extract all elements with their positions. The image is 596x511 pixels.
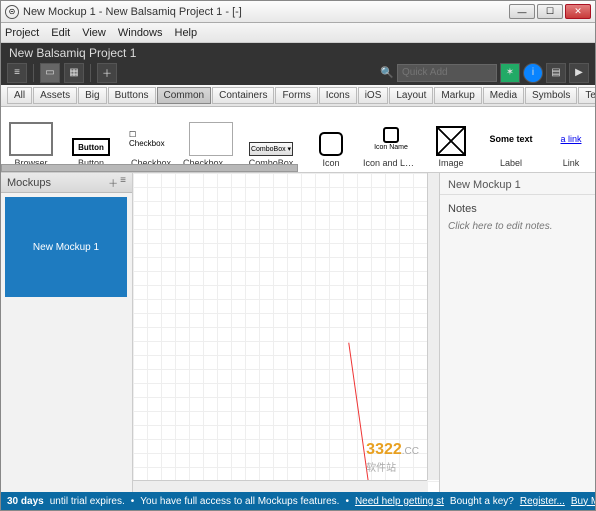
mockups-panel: Mockups ＋ ≡ New Mockup 1 xyxy=(1,173,133,492)
selected-mockup-title: New Mockup 1 xyxy=(440,173,595,195)
gallery-thumb xyxy=(319,132,343,156)
fullscreen-icon[interactable]: ▶ xyxy=(569,63,589,83)
gallery-label: Image xyxy=(423,158,479,168)
gallery-item-label[interactable]: Some text Label xyxy=(481,107,541,172)
menu-windows[interactable]: Windows xyxy=(118,27,163,39)
app-icon: ⊝ xyxy=(5,5,19,19)
category-text[interactable]: Text xyxy=(578,87,595,104)
mockup-thumbnail[interactable]: New Mockup 1 xyxy=(5,197,127,297)
gallery-thumb xyxy=(189,122,233,156)
mockup-thumbnail-label: New Mockup 1 xyxy=(33,242,99,253)
gallery-item-icon-and-label[interactable]: Icon Name Icon and Label xyxy=(361,107,421,172)
category-containers[interactable]: Containers xyxy=(212,87,274,104)
toggle-markup-icon[interactable]: ✶ xyxy=(500,63,520,83)
category-common[interactable]: Common xyxy=(157,87,212,104)
gallery-thumb: ☐ Checkbox xyxy=(129,122,173,156)
gallery-item-image[interactable]: Image xyxy=(421,107,481,172)
category-big[interactable]: Big xyxy=(78,87,106,104)
notes-input[interactable]: Click here to edit notes. xyxy=(440,217,595,236)
category-forms[interactable]: Forms xyxy=(275,87,317,104)
gallery-item-combobox[interactable]: ComboBox ▾ComboBox xyxy=(241,107,301,172)
gallery-thumb: Button xyxy=(72,138,110,156)
buy-link[interactable]: Buy Mockups now! xyxy=(571,496,595,507)
menubar: Project Edit View Windows Help xyxy=(1,23,595,43)
close-button[interactable]: ✕ xyxy=(565,4,591,19)
category-ios[interactable]: iOS xyxy=(358,87,389,104)
properties-panel: New Mockup 1 Notes Click here to edit no… xyxy=(439,173,595,492)
canvas-scrollbar-horizontal[interactable] xyxy=(133,480,427,492)
gallery-label: Icon and Label xyxy=(363,158,419,168)
view-grid-icon[interactable]: ▦ xyxy=(64,63,84,83)
category-icons[interactable]: Icons xyxy=(319,87,357,104)
window-titlebar: ⊝ New Mockup 1 - New Balsamiq Project 1 … xyxy=(1,1,595,23)
info-icon[interactable]: i xyxy=(523,63,543,83)
category-all[interactable]: All xyxy=(7,87,32,104)
gallery-thumb xyxy=(436,126,466,156)
category-markup[interactable]: Markup xyxy=(434,87,481,104)
add-icon[interactable]: ＋ xyxy=(97,63,117,83)
menu-help[interactable]: Help xyxy=(175,27,198,39)
panel-list-icon[interactable]: ≡ xyxy=(120,175,126,190)
gallery-item-button[interactable]: ButtonButton xyxy=(61,107,121,172)
category-assets[interactable]: Assets xyxy=(33,87,77,104)
trial-days: 30 days xyxy=(7,496,44,507)
help-link[interactable]: Need help getting st xyxy=(355,496,444,507)
panel-plus-icon[interactable]: ＋ xyxy=(108,175,118,190)
category-layout[interactable]: Layout xyxy=(389,87,433,104)
search-icon: 🔍 xyxy=(380,66,394,79)
gallery-thumb: Icon Name xyxy=(369,122,413,156)
maximize-button[interactable]: ☐ xyxy=(537,4,563,19)
window-title: New Mockup 1 - New Balsamiq Project 1 - … xyxy=(23,6,509,18)
menu-project[interactable]: Project xyxy=(5,27,39,39)
gallery-label: Icon xyxy=(303,158,359,168)
ui-library-gallery: BrowserButtonButton☐ CheckboxCheckboxChe… xyxy=(1,107,595,173)
statusbar: 30 days until trial expires. • You have … xyxy=(1,492,595,510)
category-media[interactable]: Media xyxy=(483,87,524,104)
notes-label: Notes xyxy=(440,195,595,217)
minimize-button[interactable]: — xyxy=(509,4,535,19)
menu-view[interactable]: View xyxy=(82,27,106,39)
gallery-item-link[interactable]: a link Link xyxy=(541,107,595,172)
category-buttons[interactable]: Buttons xyxy=(108,87,156,104)
gallery-thumb: ComboBox ▾ xyxy=(249,142,293,156)
watermark: 3322.CC 软件站 xyxy=(366,441,419,474)
annotation-arrow xyxy=(348,343,368,482)
mockups-panel-title: Mockups xyxy=(7,177,51,189)
gallery-thumb: a link xyxy=(549,122,593,156)
gallery-scrollbar[interactable] xyxy=(1,164,298,172)
view-thumbnails-icon[interactable]: ▭ xyxy=(40,63,60,83)
gallery-thumb: Some text xyxy=(489,122,533,156)
canvas-scrollbar-vertical[interactable] xyxy=(427,173,439,480)
gallery-label: Label xyxy=(483,158,539,168)
project-title: New Balsamiq Project 1 xyxy=(1,43,595,60)
dark-toolbar: New Balsamiq Project 1 ≡ ▭ ▦ ＋ 🔍 ✶ i ▤ ▶ xyxy=(1,43,595,85)
hamburger-icon[interactable]: ≡ xyxy=(7,63,27,83)
gallery-item-checkbox-gr-[interactable]: Checkbox Gr... xyxy=(181,107,241,172)
canvas[interactable]: 3322.CC 软件站 xyxy=(133,173,439,492)
category-symbols[interactable]: Symbols xyxy=(525,87,577,104)
gallery-label: Link xyxy=(543,158,595,168)
quick-add-input[interactable] xyxy=(397,64,497,82)
menu-edit[interactable]: Edit xyxy=(51,27,70,39)
gallery-item-checkbox[interactable]: ☐ CheckboxCheckbox xyxy=(121,107,181,172)
gallery-item-browser[interactable]: Browser xyxy=(1,107,61,172)
gallery-thumb xyxy=(9,122,53,156)
category-bar: AllAssetsBigButtonsCommonContainersForms… xyxy=(1,85,595,107)
gallery-item-icon[interactable]: Icon xyxy=(301,107,361,172)
register-link[interactable]: Register... xyxy=(520,496,565,507)
properties-icon[interactable]: ▤ xyxy=(546,63,566,83)
